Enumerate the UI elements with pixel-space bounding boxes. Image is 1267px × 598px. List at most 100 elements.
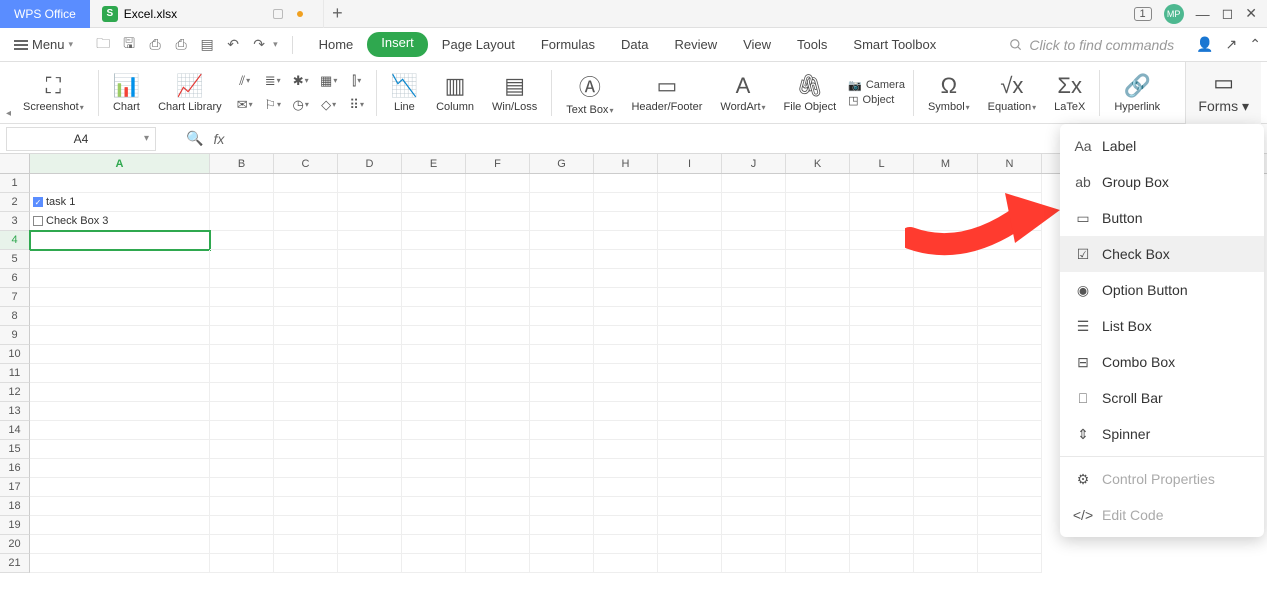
cell[interactable] [530,535,594,554]
cell[interactable] [338,231,402,250]
cell[interactable] [530,174,594,193]
cell[interactable] [466,535,530,554]
cell[interactable] [338,326,402,345]
cell[interactable] [914,478,978,497]
menu-button[interactable]: Menu ▾ [6,34,81,55]
cell[interactable] [786,174,850,193]
cell[interactable] [914,535,978,554]
mini-time-icon[interactable]: ◷ [290,94,312,116]
cell[interactable] [658,497,722,516]
undo-icon[interactable]: ↶ [221,33,245,57]
cell[interactable] [978,269,1042,288]
cell[interactable] [914,307,978,326]
cell[interactable] [402,383,466,402]
column-header-I[interactable]: I [658,154,722,173]
row-header[interactable]: 16 [0,459,30,478]
cell[interactable] [850,231,914,250]
cell[interactable] [786,326,850,345]
cell[interactable] [914,440,978,459]
mini-shapes-icon[interactable]: ◇ [318,94,340,116]
latex-button[interactable]: ΣxLaTeX [1048,66,1091,120]
row-header[interactable]: 21 [0,554,30,573]
cell[interactable] [594,459,658,478]
minimize-button[interactable]: — [1196,6,1210,22]
forms-button[interactable]: ▭Forms ▾ [1185,62,1261,124]
tab-data[interactable]: Data [609,32,660,57]
cell[interactable] [978,440,1042,459]
cell[interactable] [594,535,658,554]
cell[interactable] [786,288,850,307]
cell[interactable] [530,250,594,269]
cell[interactable] [210,516,274,535]
cell[interactable] [338,345,402,364]
cell[interactable] [722,516,786,535]
cell[interactable] [210,535,274,554]
cell[interactable] [594,345,658,364]
cell[interactable] [30,459,210,478]
cell[interactable] [530,231,594,250]
row-header[interactable]: 19 [0,516,30,535]
checkbox-control[interactable] [33,216,43,226]
tab-view[interactable]: View [731,32,783,57]
cell[interactable] [786,269,850,288]
hyperlink-button[interactable]: 🔗Hyperlink [1108,66,1166,120]
cell[interactable] [850,193,914,212]
mini-chart2-icon[interactable]: ≣ [262,70,284,92]
cell[interactable] [274,554,338,573]
file-object-button[interactable]: 🖇File Object [778,66,843,120]
cell[interactable] [466,421,530,440]
cell[interactable] [594,516,658,535]
cell[interactable] [530,364,594,383]
cell[interactable] [850,174,914,193]
zoom-icon[interactable]: 🔍 [186,130,203,147]
save-icon[interactable]: 🖫 [117,33,141,57]
forms-menu-button[interactable]: ▭Button [1060,200,1264,236]
cell[interactable] [466,231,530,250]
name-box[interactable]: A4 [6,127,156,151]
tab-page-layout[interactable]: Page Layout [430,32,527,57]
cell[interactable] [210,364,274,383]
tab-formulas[interactable]: Formulas [529,32,607,57]
cell[interactable] [722,326,786,345]
cell[interactable] [30,554,210,573]
row-header[interactable]: 8 [0,307,30,326]
forms-menu-option-button[interactable]: ◉Option Button [1060,272,1264,308]
cell[interactable] [466,497,530,516]
cell[interactable] [402,307,466,326]
column-header-L[interactable]: L [850,154,914,173]
cell[interactable] [274,364,338,383]
cell[interactable] [978,554,1042,573]
cell[interactable] [530,288,594,307]
cell[interactable] [978,497,1042,516]
cell[interactable] [210,307,274,326]
column-header-A[interactable]: A [30,154,210,173]
cell[interactable] [210,345,274,364]
cell[interactable] [466,364,530,383]
cell[interactable] [850,554,914,573]
forms-menu-label[interactable]: AaLabel [1060,128,1264,164]
row-header[interactable]: 10 [0,345,30,364]
cell[interactable] [786,364,850,383]
cell[interactable] [30,307,210,326]
cell[interactable] [594,364,658,383]
cell[interactable] [274,421,338,440]
cell[interactable] [722,554,786,573]
open-icon[interactable]: 🗀 [91,33,115,57]
cell[interactable] [914,174,978,193]
cell[interactable] [274,307,338,326]
cell[interactable] [530,326,594,345]
cell[interactable] [658,440,722,459]
collapse-ribbon-icon[interactable]: ⌃ [1249,36,1261,53]
cell[interactable] [786,212,850,231]
cell[interactable] [850,307,914,326]
cell[interactable] [338,364,402,383]
cell[interactable] [850,459,914,478]
save-as-icon[interactable]: ⎙ [143,33,167,57]
cell[interactable] [658,212,722,231]
column-header-E[interactable]: E [402,154,466,173]
cell[interactable] [978,402,1042,421]
mini-sparkline-icon[interactable]: ✱ [290,70,312,92]
cell[interactable] [786,516,850,535]
cell[interactable] [786,497,850,516]
cell[interactable] [978,345,1042,364]
